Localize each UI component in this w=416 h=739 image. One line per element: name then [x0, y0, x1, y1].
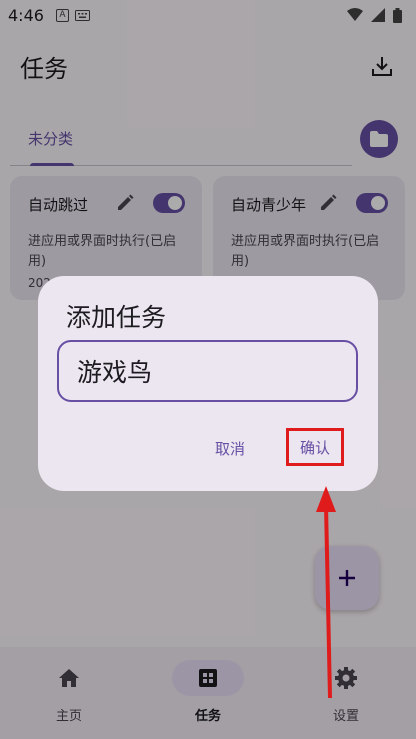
nav-label: 主页 — [55, 709, 82, 724]
nav-item-settings[interactable]: 设置 — [277, 647, 415, 739]
nav-item-home[interactable]: 主页 — [0, 647, 138, 739]
page-title: 任务 — [20, 54, 68, 83]
tab-indicator — [30, 163, 74, 166]
folder-button[interactable] — [360, 120, 398, 158]
folder-icon — [370, 131, 388, 147]
status-time: 4:46 — [8, 5, 44, 25]
task-card-description: 进应用或界面时执行(已启用) — [231, 234, 380, 269]
toggle-knob — [168, 196, 182, 210]
battery-icon — [393, 7, 402, 23]
signal-icon — [371, 8, 385, 22]
tab-uncategorized[interactable]: 未分类 — [28, 128, 73, 149]
add-task-fab[interactable] — [315, 546, 379, 610]
download-icon — [372, 57, 392, 76]
task-card-title: 自动跳过 — [28, 196, 89, 214]
cancel-button[interactable]: 取消 — [204, 431, 256, 465]
edit-icon[interactable] — [116, 194, 134, 212]
status-system-icons — [347, 7, 402, 23]
task-toggle[interactable] — [153, 193, 185, 213]
status-notification-icons: A — [55, 8, 90, 22]
nav-label: 任务 — [194, 709, 221, 724]
task-card-description: 进应用或界面时执行(已启用) — [28, 234, 177, 269]
task-toggle[interactable] — [356, 193, 388, 213]
wifi-icon — [347, 8, 363, 21]
add-task-dialog: 添加任务 取消 确认 — [38, 276, 378, 491]
bottom-navigation: 主页 任务 设置 — [0, 647, 416, 739]
download-button[interactable] — [366, 50, 398, 82]
task-name-input[interactable] — [57, 340, 358, 402]
keyboard-icon — [74, 9, 90, 21]
task-card-title: 自动青少年 — [231, 196, 307, 214]
confirm-button[interactable]: 确认 — [286, 428, 344, 466]
nav-indicator — [33, 660, 105, 696]
nav-indicator — [172, 660, 244, 696]
nav-item-tasks[interactable]: 任务 — [139, 647, 277, 739]
edit-icon[interactable] — [319, 194, 337, 212]
toggle-knob — [371, 196, 385, 210]
a-notification-icon: A — [55, 8, 69, 22]
gear-icon — [335, 667, 357, 689]
dialog-title: 添加任务 — [66, 303, 167, 332]
category-tabs: 未分类 — [10, 118, 352, 166]
home-icon — [59, 669, 79, 687]
task-icon — [199, 669, 217, 687]
status-bar: 4:46 A — [0, 0, 416, 30]
nav-indicator — [310, 660, 382, 696]
top-app-bar: 任务 — [0, 42, 416, 90]
plus-icon — [339, 570, 355, 586]
nav-label: 设置 — [332, 709, 359, 724]
